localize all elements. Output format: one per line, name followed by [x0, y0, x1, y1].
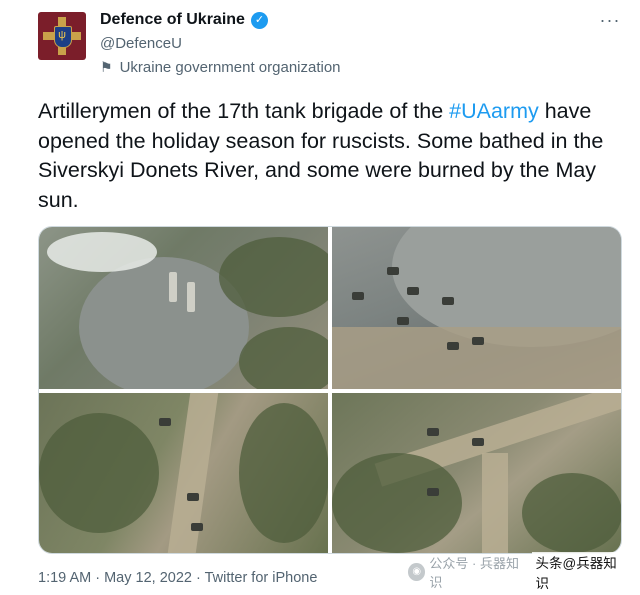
vehicle: [427, 428, 439, 436]
vehicle: [472, 438, 484, 446]
vehicle: [352, 292, 364, 300]
tweet-text: Artillerymen of the 17th tank brigade of…: [38, 97, 628, 215]
wechat-icon: ◉: [408, 563, 426, 581]
account-handle[interactable]: @DefenceU: [100, 35, 182, 52]
vehicle: [187, 282, 195, 312]
trees: [239, 403, 328, 543]
vehicle: [387, 267, 399, 275]
flag-icon: ⚑: [100, 59, 113, 75]
vehicle: [397, 317, 409, 325]
vehicle: [187, 493, 199, 501]
trees: [332, 453, 462, 553]
photo-3[interactable]: [39, 393, 328, 553]
vehicle: [169, 272, 177, 302]
watermark-overlay: 头条@兵器知识: [532, 552, 630, 592]
vehicle: [442, 297, 454, 305]
photo-1[interactable]: [39, 227, 328, 389]
tweet-text-part: Artillerymen of the 17th tank brigade of…: [38, 99, 450, 123]
hashtag-link[interactable]: #UAarmy: [449, 99, 539, 123]
trees: [219, 237, 328, 317]
photo-2[interactable]: [332, 227, 621, 389]
tweet-timestamp[interactable]: 1:19 AM · May 12, 2022 · Twitter for iPh…: [38, 570, 317, 586]
account-name-row: Defence of Ukraine ✓: [100, 11, 268, 29]
account-name[interactable]: Defence of Ukraine: [100, 11, 245, 29]
media-grid: [38, 226, 622, 554]
trees: [39, 413, 159, 533]
vehicle: [427, 488, 439, 496]
smoke: [47, 232, 157, 272]
avatar[interactable]: ψ: [38, 12, 86, 60]
vehicle: [407, 287, 419, 295]
trees: [239, 327, 328, 389]
trees: [522, 473, 621, 553]
watermark: ◉ 公众号 · 兵器知识 头条@兵器知识: [408, 552, 630, 592]
organization-label-row: ⚑ Ukraine government organization: [100, 59, 341, 76]
photo-4[interactable]: [332, 393, 621, 553]
vehicle: [447, 342, 459, 350]
road: [482, 453, 508, 553]
trident-icon: ψ: [58, 29, 66, 41]
tweet-header: ψ Defence of Ukraine ✓ @DefenceU ⚑ Ukrai…: [0, 0, 640, 90]
vehicle: [191, 523, 203, 531]
vehicle: [472, 337, 484, 345]
watermark-source: 公众号 · 兵器知识: [429, 556, 519, 590]
more-options-icon[interactable]: ···: [598, 10, 622, 34]
organization-label: Ukraine government organization: [119, 59, 341, 76]
vehicle: [159, 418, 171, 426]
verified-badge-icon: ✓: [250, 11, 268, 29]
